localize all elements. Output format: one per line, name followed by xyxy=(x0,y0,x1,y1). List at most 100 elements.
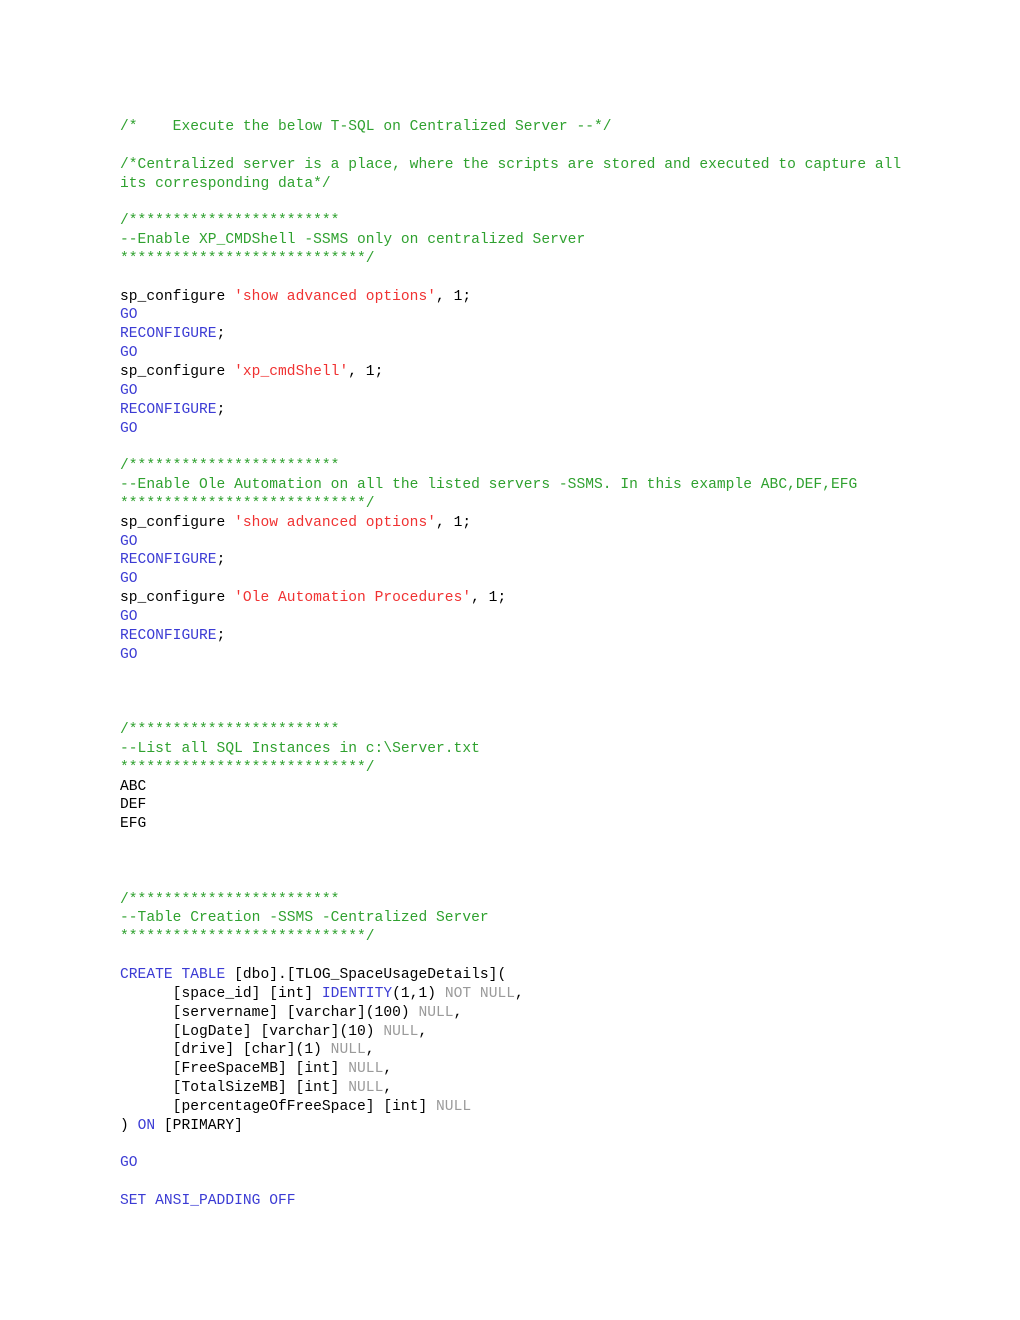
code-token-keyword: GO xyxy=(120,608,138,625)
code-token-plain: , xyxy=(383,1061,393,1078)
code-token-plain: sp_configure xyxy=(120,514,235,531)
code-line: SET ANSI_PADDING OFF xyxy=(120,1192,910,1211)
code-token-plain: ; xyxy=(216,326,226,343)
code-token-keyword: RECONFIGURE xyxy=(120,326,217,343)
code-token-plain: sp_configure xyxy=(120,590,235,607)
code-token-plain: ABC xyxy=(120,778,147,795)
code-token-plain: sp_configure xyxy=(120,288,235,305)
code-token-null: NULL xyxy=(418,1004,454,1021)
code-token-plain: , xyxy=(418,1023,428,1040)
code-token-plain: , xyxy=(453,1004,463,1021)
code-token-comment: /************************ xyxy=(120,213,340,230)
code-token-null: NULL xyxy=(348,1061,384,1078)
code-token-comment: /************************ xyxy=(120,891,340,908)
code-token-comment: --List all SQL Instances in c:\Server.tx… xyxy=(120,740,480,757)
code-token-string: 'Ole Automation Procedures' xyxy=(234,590,472,607)
code-token-keyword: GO xyxy=(120,382,138,399)
code-line: GO xyxy=(120,608,910,627)
code-line: [servername] [varchar](100) NULL, xyxy=(120,1004,910,1023)
code-line: RECONFIGURE; xyxy=(120,551,910,570)
code-token-keyword: SET ANSI_PADDING OFF xyxy=(120,1193,296,1210)
code-token-comment: --Enable Ole Automation on all the liste… xyxy=(120,477,858,494)
code-token-keyword: GO xyxy=(120,571,138,588)
code-token-comment: ****************************/ xyxy=(120,495,375,512)
code-token-keyword: GO xyxy=(120,307,138,324)
code-line: GO xyxy=(120,306,910,325)
code-token-null: NULL xyxy=(436,1098,472,1115)
code-token-plain: , xyxy=(515,985,524,1002)
code-line: sp_configure 'show advanced options', 1; xyxy=(120,288,910,307)
code-token-plain: , 1; xyxy=(471,590,507,607)
code-line: GO xyxy=(120,344,910,363)
code-token-null: NULL xyxy=(330,1042,366,1059)
code-token-keyword: RECONFIGURE xyxy=(120,627,217,644)
code-token-keyword: GO xyxy=(120,420,138,437)
code-line: /*Centralized server is a place, where t… xyxy=(120,156,910,194)
code-token-plain: [percentageOfFreeSpace] [int] xyxy=(120,1098,437,1115)
code-line: GO xyxy=(120,570,910,589)
code-line: [FreeSpaceMB] [int] NULL, xyxy=(120,1060,910,1079)
code-token-plain: , xyxy=(365,1042,375,1059)
code-token-string: 'show advanced options' xyxy=(234,288,437,305)
code-line: [space_id] [int] IDENTITY(1,1) NOT NULL, xyxy=(120,985,910,1004)
code-line: --Enable XP_CMDShell -SSMS only on centr… xyxy=(120,231,910,250)
code-token-comment: /*Centralized server is a place, where t… xyxy=(120,156,910,192)
code-token-keyword: IDENTITY xyxy=(321,985,393,1002)
code-line: /************************ xyxy=(120,891,910,910)
code-token-keyword: CREATE TABLE xyxy=(120,966,235,983)
code-token-comment: ****************************/ xyxy=(120,929,375,946)
code-token-plain: , xyxy=(383,1080,393,1097)
code-token-comment: /* Execute the below T-SQL on Centralize… xyxy=(120,119,612,135)
code-token-comment: ****************************/ xyxy=(120,759,375,776)
code-token-plain: [FreeSpaceMB] [int] xyxy=(120,1061,349,1078)
code-token-string: 'show advanced options' xyxy=(234,514,437,531)
code-line: GO xyxy=(120,1154,910,1173)
sql-code-block[interactable]: /* Execute the below T-SQL on Centralize… xyxy=(120,118,910,1211)
code-token-string: 'xp_cmdShell' xyxy=(234,363,349,380)
code-line: ****************************/ xyxy=(120,759,910,778)
code-token-plain: [PRIMARY] xyxy=(155,1117,243,1134)
code-token-comment: --Enable XP_CMDShell -SSMS only on centr… xyxy=(120,232,586,249)
code-token-null: NOT NULL xyxy=(444,985,516,1002)
code-line: EFG xyxy=(120,815,910,834)
code-token-keyword: GO xyxy=(120,345,138,362)
code-token-plain: ; xyxy=(216,401,226,418)
code-line: GO xyxy=(120,533,910,552)
code-token-keyword: GO xyxy=(120,1155,138,1172)
code-token-null: NULL xyxy=(383,1023,419,1040)
code-line: /************************ xyxy=(120,212,910,231)
code-line: ****************************/ xyxy=(120,495,910,514)
code-line: sp_configure 'xp_cmdShell', 1; xyxy=(120,363,910,382)
code-line: ABC xyxy=(120,778,910,797)
code-token-plain: sp_configure xyxy=(120,363,235,380)
code-line: /************************ xyxy=(120,457,910,476)
code-line: GO xyxy=(120,646,910,665)
code-token-plain: [drive] [char](1) xyxy=(120,1042,331,1059)
code-line: DEF xyxy=(120,796,910,815)
code-line: [TotalSizeMB] [int] NULL, xyxy=(120,1079,910,1098)
code-line: ****************************/ xyxy=(120,250,910,269)
code-token-plain: [space_id] [int] xyxy=(120,985,322,1002)
code-token-plain: ) xyxy=(120,1117,138,1134)
code-token-plain: [dbo].[TLOG_SpaceUsageDetails]( xyxy=(234,966,507,983)
code-token-keyword: RECONFIGURE xyxy=(120,401,217,418)
code-token-plain: (1,1) xyxy=(392,985,445,1002)
code-token-plain: DEF xyxy=(120,797,147,814)
code-line: --List all SQL Instances in c:\Server.tx… xyxy=(120,740,910,759)
code-line: ) ON [PRIMARY] xyxy=(120,1117,910,1136)
code-token-keyword: GO xyxy=(120,646,138,663)
code-token-plain: [servername] [varchar](100) xyxy=(120,1004,419,1021)
document-page: /* Execute the below T-SQL on Centralize… xyxy=(0,0,1020,1320)
code-token-plain: ; xyxy=(216,627,226,644)
